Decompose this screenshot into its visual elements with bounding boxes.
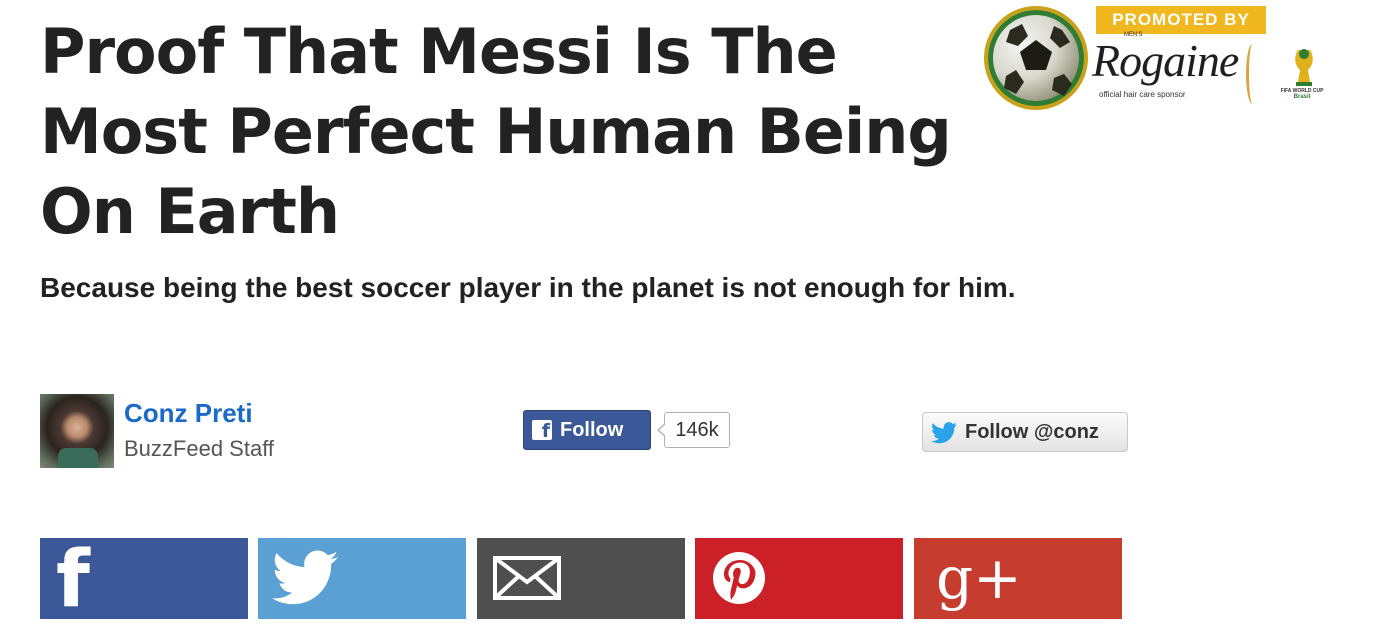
pinterest-icon: [713, 552, 765, 604]
facebook-follow-button[interactable]: f Follow: [523, 410, 651, 450]
twitter-follow-button[interactable]: Follow @conz: [922, 412, 1128, 452]
sponsor-logo[interactable]: Rogaine: [1092, 34, 1239, 87]
twitter-bird-icon: [272, 550, 338, 605]
facebook-follow-label: Follow: [560, 419, 624, 441]
article-title: Proof That Messi Is The Most Perfect Hum…: [40, 15, 952, 248]
envelope-icon: [493, 556, 561, 600]
share-bar: f g+: [40, 535, 1140, 625]
article-dek: Because being the best soccer player in …: [40, 272, 1016, 303]
share-google-plus-button[interactable]: g+: [914, 538, 1122, 619]
author-avatar[interactable]: [40, 394, 114, 468]
twitter-bird-icon: [931, 422, 957, 444]
share-pinterest-button[interactable]: [695, 538, 903, 619]
soccer-ball-icon: [984, 6, 1088, 110]
facebook-icon: f: [532, 420, 552, 442]
author-name-link[interactable]: Conz Preti: [124, 398, 253, 429]
share-facebook-button[interactable]: f: [40, 535, 248, 625]
share-twitter-button[interactable]: [258, 538, 466, 619]
author-role: BuzzFeed Staff: [124, 436, 275, 461]
byline: Conz Preti BuzzFeed Staff f Follow 146k …: [40, 394, 1340, 474]
sponsor-note: official hair care sponsor: [1099, 90, 1186, 99]
share-email-button[interactable]: [477, 538, 685, 619]
promoted-by-tag: PROMOTED BY: [1096, 6, 1266, 34]
avatar-shirt: [58, 448, 98, 468]
facebook-icon: f: [56, 535, 90, 625]
sponsor-promo[interactable]: PROMOTED BY MEN'S Rogaine official hair …: [984, 6, 1344, 112]
google-plus-icon: g+: [936, 544, 1022, 612]
facebook-follower-count: 146k: [657, 412, 730, 448]
brand-swoosh: [1246, 44, 1259, 104]
world-cup-text: FIFA WORLD CUP Brasil: [1280, 88, 1324, 100]
twitter-follow-label: Follow @conz: [965, 421, 1099, 443]
